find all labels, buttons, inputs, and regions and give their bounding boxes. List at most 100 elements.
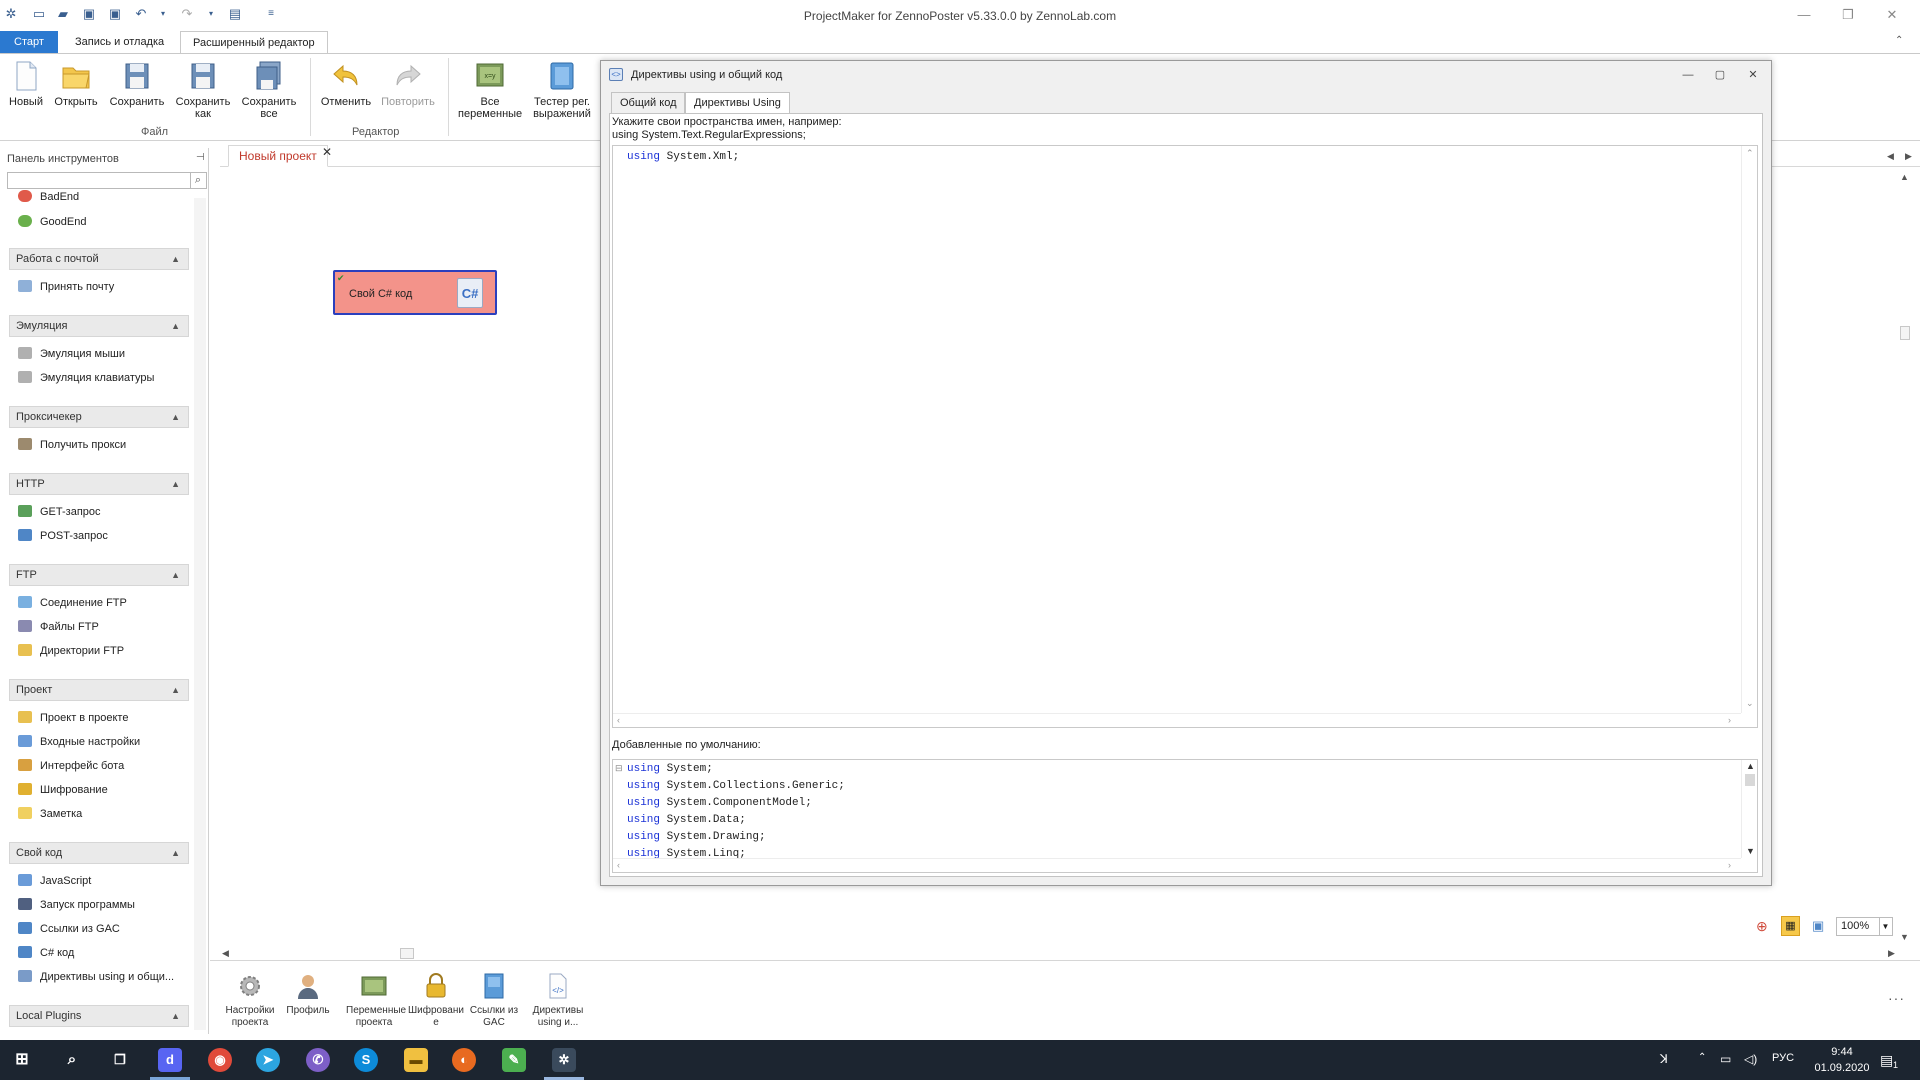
editor-horizontal-scrollbar[interactable]: ‹ › [613, 713, 1741, 727]
list-item-project-in-project[interactable]: Проект в проекте [18, 709, 128, 727]
firefox-icon[interactable]: ◐ [452, 1048, 476, 1072]
tab-start[interactable]: Старт [0, 31, 58, 53]
folder-icon[interactable]: ▬ [404, 1048, 428, 1072]
clock[interactable]: 9:44 01.09.2020 [1812, 1044, 1872, 1076]
chevron-down-icon[interactable]: ⌄ [1746, 698, 1754, 709]
task-view-icon[interactable]: ❐ [108, 1048, 132, 1072]
category-ftp[interactable]: FTP ▲ [9, 564, 189, 586]
telegram-icon[interactable]: ➤ [256, 1048, 280, 1072]
editor-vertical-scrollbar[interactable]: ⌃ ⌄ [1741, 146, 1757, 713]
save-all-button[interactable]: Сохранить все [238, 60, 300, 120]
chevron-down-icon[interactable]: ▼ [1746, 846, 1755, 856]
project-variables-button[interactable]: Переменные проекта [346, 973, 406, 1029]
profile-button[interactable]: Профиль [280, 973, 336, 1017]
list-item-using-directives[interactable]: Директивы using и общи... [18, 968, 174, 986]
list-item-run-program[interactable]: Запуск программы [18, 896, 135, 914]
list-item-ftp-files[interactable]: Файлы FTP [18, 618, 99, 636]
collapse-ribbon-icon[interactable]: ⌃ [1895, 35, 1903, 46]
list-item-csharp-code[interactable]: C# код [18, 944, 74, 962]
scroll-right-icon[interactable]: ▶ [1905, 151, 1912, 162]
person-icon[interactable]: ꓘ [1660, 1052, 1668, 1066]
save-as-button[interactable]: Сохранить как [174, 60, 232, 120]
default-directives-editor[interactable]: ⊟ using System; using System.Collections… [612, 759, 1758, 873]
windows-start-icon[interactable]: ⊞ [10, 1048, 34, 1072]
save-button[interactable]: Сохранить [108, 60, 166, 108]
network-icon[interactable]: ▭ [1720, 1052, 1731, 1066]
scrollbar-thumb[interactable] [400, 948, 414, 959]
csharp-code-block[interactable]: ✔ Свой C# код C# [333, 270, 497, 315]
list-item-get-proxy[interactable]: Получить прокси [18, 436, 126, 454]
user-directives-editor[interactable]: using System.Xml; ⌃ ⌄ ‹ › [612, 145, 1758, 728]
chevron-down-icon[interactable]: ▼ [1900, 932, 1909, 942]
list-item-get-request[interactable]: GET-запрос [18, 503, 101, 521]
notifications-icon[interactable]: ▤ [1880, 1052, 1893, 1069]
scroll-left-icon[interactable]: ‹ [617, 860, 620, 870]
tab-using-directives[interactable]: Директивы Using [685, 92, 790, 114]
notepad-icon[interactable]: ✎ [502, 1048, 526, 1072]
list-item-input-settings[interactable]: Входные настройки [18, 733, 140, 751]
maximize-button[interactable]: ▢ [1711, 68, 1729, 82]
category-project[interactable]: Проект ▲ [9, 679, 189, 701]
using-directives-button[interactable]: </> Директивы using и... [530, 973, 586, 1029]
close-button[interactable]: ✕ [1872, 6, 1912, 24]
pin-icon[interactable]: ⊣ [196, 152, 205, 163]
scroll-left-icon[interactable]: ◀ [222, 948, 229, 959]
restore-button[interactable]: ❐ [1828, 6, 1868, 24]
all-variables-button[interactable]: x=y Все переменные [458, 60, 522, 120]
tab-advanced-editor[interactable]: Расширенный редактор [180, 31, 328, 53]
volume-icon[interactable]: ◁) [1744, 1052, 1757, 1066]
fit-view-icon[interactable]: ▦ [1781, 916, 1800, 936]
list-item-keyboard-emulation[interactable]: Эмуляция клавиатуры [18, 369, 154, 387]
chevron-down-icon[interactable]: ▼ [1879, 917, 1893, 936]
gac-links-button[interactable]: Ссылки из GAC [466, 973, 522, 1029]
scroll-left-icon[interactable]: ◀ [1887, 151, 1894, 162]
list-item-ftp-connection[interactable]: Соединение FTP [18, 594, 127, 612]
close-button[interactable]: ✕ [1744, 68, 1762, 82]
scroll-right-icon[interactable]: ▶ [1888, 948, 1895, 959]
zoom-input[interactable]: 100% [1836, 917, 1880, 936]
tab-common-code[interactable]: Общий код [611, 92, 686, 113]
category-local-plugins[interactable]: Local Plugins ▲ [9, 1005, 189, 1027]
project-settings-button[interactable]: Настройки проекта [222, 973, 278, 1029]
list-item-encryption[interactable]: Шифрование [18, 781, 108, 799]
discord-icon[interactable]: d [158, 1048, 182, 1072]
language-indicator[interactable]: РУС [1772, 1052, 1794, 1064]
center-view-icon[interactable]: ⊕ [1756, 918, 1768, 935]
search-icon[interactable]: ⌕ [190, 172, 207, 189]
scroll-left-icon[interactable]: ‹ [617, 715, 620, 725]
toolbox-search-input[interactable] [7, 172, 191, 189]
scrollbar-thumb[interactable] [1745, 774, 1755, 786]
canvas-horizontal-scrollbar[interactable]: ◀ ▶ [222, 948, 1902, 960]
list-item-note[interactable]: Заметка [18, 805, 82, 823]
list-item-mouse-emulation[interactable]: Эмуляция мыши [18, 345, 125, 363]
more-options-icon[interactable]: ··· [1888, 990, 1905, 1006]
list-item-gac-links[interactable]: Ссылки из GAC [18, 920, 120, 938]
category-proxy-checker[interactable]: Проксичекер ▲ [9, 406, 189, 428]
regex-tester-button[interactable]: Тестер рег. выражений [528, 60, 596, 120]
category-http[interactable]: HTTP ▲ [9, 473, 189, 495]
list-item-good-end[interactable]: GoodEnd [18, 213, 86, 231]
chrome-icon[interactable]: ◉ [208, 1048, 232, 1072]
new-button[interactable]: Новый [6, 60, 46, 108]
undo-button[interactable]: Отменить [316, 60, 376, 108]
zennoposter-icon[interactable]: ✲ [552, 1048, 576, 1072]
editor-horizontal-scrollbar[interactable]: ‹ › [613, 858, 1741, 872]
minimap-icon[interactable]: ▣ [1812, 918, 1824, 934]
collapse-icon[interactable]: ⊟ [615, 763, 623, 774]
chevron-up-icon[interactable]: ⌃ [1746, 148, 1754, 159]
category-emulation[interactable]: Эмуляция ▲ [9, 315, 189, 337]
canvas-vertical-scrollbar[interactable]: ▲ ▼ [1898, 166, 1912, 946]
editor-vertical-scrollbar[interactable]: ▲ ▼ [1741, 760, 1757, 858]
viber-icon[interactable]: ✆ [306, 1048, 330, 1072]
list-item-javascript[interactable]: JavaScript [18, 872, 91, 890]
skype-icon[interactable]: S [354, 1048, 378, 1072]
scrollbar-thumb[interactable] [1900, 326, 1910, 340]
scroll-right-icon[interactable]: › [1728, 860, 1731, 870]
category-custom-code[interactable]: Свой код ▲ [9, 842, 189, 864]
chevron-up-icon[interactable]: ▲ [1746, 761, 1755, 771]
chevron-up-icon[interactable]: ▲ [1900, 172, 1909, 182]
search-icon[interactable]: ⌕ [60, 1048, 84, 1072]
chevron-up-icon[interactable]: ⌃ [1698, 1052, 1706, 1063]
category-mail[interactable]: Работа с почтой ▲ [9, 248, 189, 270]
redo-button[interactable]: Повторить [378, 60, 438, 108]
